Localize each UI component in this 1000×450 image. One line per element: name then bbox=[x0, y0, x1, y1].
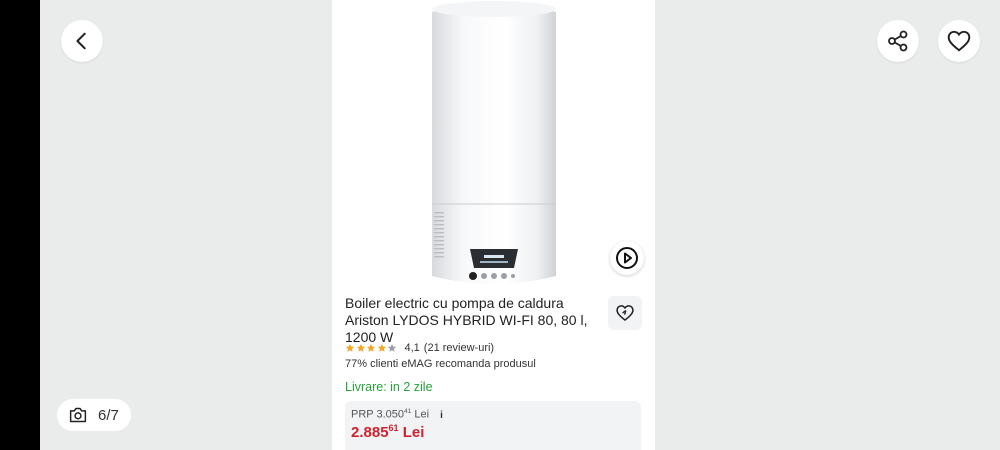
star-icon bbox=[356, 343, 365, 352]
rrp-decimals: 41 bbox=[404, 408, 412, 415]
star-icon bbox=[377, 343, 386, 352]
image-counter-text: 6/7 bbox=[98, 406, 119, 424]
gallery-dot[interactable] bbox=[469, 272, 477, 280]
heart-plus-icon bbox=[616, 305, 634, 322]
gallery-dot[interactable] bbox=[481, 273, 487, 279]
price-value: 2.885 bbox=[351, 424, 389, 441]
price-box: PRP 3.05041 Lei i 2.88561 Lei bbox=[345, 401, 641, 450]
rrp-value: PRP 3.050 bbox=[351, 408, 405, 421]
product-image[interactable] bbox=[432, 0, 556, 290]
gallery-dot[interactable] bbox=[501, 273, 507, 279]
add-to-favorites-button[interactable] bbox=[608, 296, 642, 330]
share-icon bbox=[888, 30, 908, 52]
gallery-dots bbox=[469, 271, 515, 281]
favorite-button[interactable] bbox=[938, 20, 980, 62]
rrp-currency: Lei bbox=[414, 408, 430, 421]
recommended-retail-price: PRP 3.05041 Lei i bbox=[351, 408, 443, 421]
current-price: 2.88561 Lei bbox=[351, 423, 424, 441]
rating-summary[interactable]: 4,1 (21 review-uri) bbox=[345, 342, 494, 354]
gallery-dot[interactable] bbox=[511, 274, 515, 278]
star-icon bbox=[345, 343, 355, 352]
share-button[interactable] bbox=[877, 20, 919, 62]
chevron-left-icon bbox=[76, 32, 86, 50]
product-title: Boiler electric cu pompa de caldura Aris… bbox=[345, 295, 588, 345]
delivery-info: Livrare: in 2 zile bbox=[345, 380, 433, 394]
back-button[interactable] bbox=[61, 20, 103, 62]
star-icon bbox=[366, 343, 376, 352]
product-card: Boiler electric cu pompa de caldura Aris… bbox=[332, 0, 655, 450]
heart-icon bbox=[947, 30, 971, 52]
gallery-dot[interactable] bbox=[491, 273, 497, 279]
star-icon bbox=[387, 343, 397, 352]
rating-stars bbox=[345, 343, 398, 353]
rating-score: 4,1 bbox=[404, 342, 420, 354]
price-decimals: 61 bbox=[388, 423, 399, 433]
camera-icon bbox=[69, 407, 87, 423]
info-icon[interactable]: i bbox=[440, 410, 443, 421]
play-icon bbox=[616, 247, 638, 269]
review-count[interactable]: (21 review-uri) bbox=[424, 342, 494, 354]
price-currency: Lei bbox=[402, 424, 425, 441]
image-counter: 6/7 bbox=[57, 399, 131, 431]
play-video-button[interactable] bbox=[610, 241, 644, 275]
recommendation-text: 77% clienti eMAG recomanda produsul bbox=[345, 358, 536, 370]
